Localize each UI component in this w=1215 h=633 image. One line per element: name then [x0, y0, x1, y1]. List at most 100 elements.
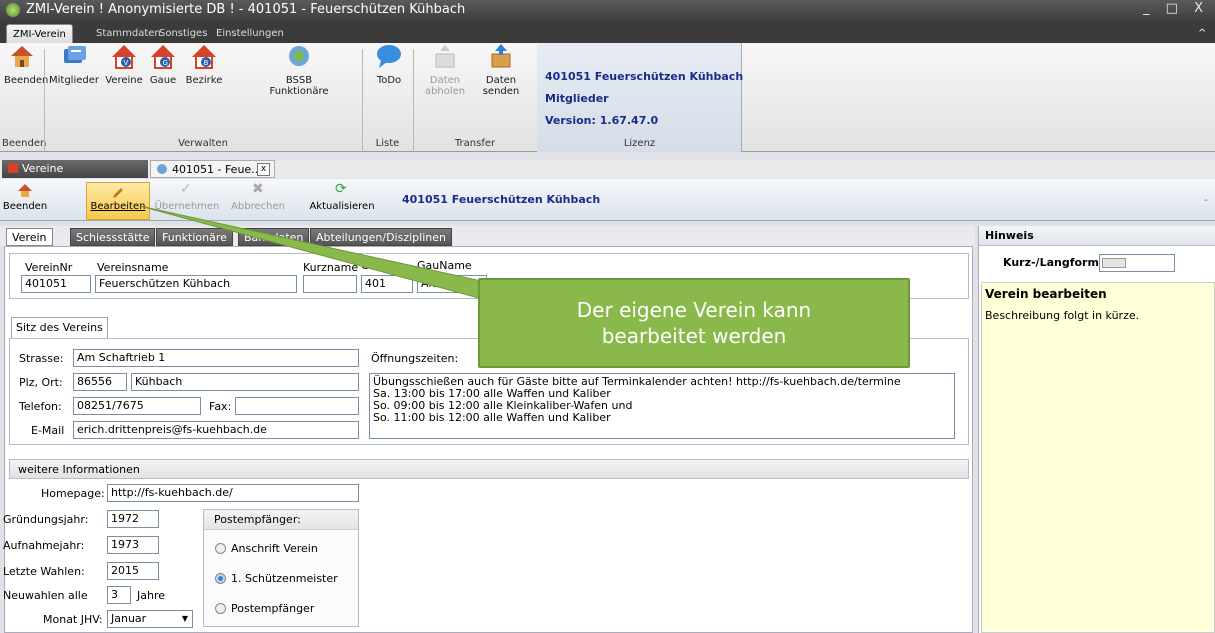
bssb-badge-icon: [289, 46, 309, 66]
vereine-button[interactable]: V Vereine: [104, 45, 144, 86]
plz-field[interactable]: 86556: [73, 373, 127, 391]
fax-label: Fax:: [209, 400, 232, 413]
gaunr-field[interactable]: 401: [361, 275, 413, 293]
bssb-funktionaere-button[interactable]: BSSB Funktionäre: [268, 46, 330, 97]
daten-senden-button[interactable]: Daten senden: [480, 44, 522, 97]
strasse-field[interactable]: Am Schaftrieb 1: [73, 349, 359, 367]
daten-abholen-button[interactable]: Daten abholen: [424, 45, 466, 97]
dropdown-arrow-icon: ▼: [181, 614, 188, 623]
mitglieder-button[interactable]: Mitglieder: [48, 46, 100, 86]
doc-tab-current[interactable]: 401051 - Feue... x: [150, 160, 275, 178]
toolbar-overflow-icon[interactable]: -: [1204, 193, 1208, 206]
pencil-icon: [113, 188, 123, 198]
tab-zmi-verein[interactable]: ZMI-Verein: [6, 24, 73, 43]
gauname-header: GauName: [417, 259, 472, 272]
monat-jhv-select[interactable]: Januar ▼: [107, 610, 193, 628]
weitere-info-header: weitere Informationen: [9, 459, 969, 479]
ribbon: Beenden Mitglieder V Vereine G Gaue B Be…: [0, 43, 1215, 152]
members-cards-icon: [64, 46, 86, 63]
plz-ort-label: Plz, Ort:: [19, 376, 63, 389]
postempfaenger-title: Postempfänger:: [204, 510, 358, 530]
sitz-tab[interactable]: Sitz des Vereins: [11, 317, 108, 339]
vereinnr-field[interactable]: 401051: [21, 275, 91, 293]
window-title-bar: ZMI-Verein ! Anonymisierte DB ! - 401051…: [0, 0, 1215, 21]
vereinsname-field[interactable]: Feuerschützen Kühbach: [95, 275, 297, 293]
callout-line2: bearbeitet werden: [601, 324, 787, 348]
radio-label-postempfaenger[interactable]: Postempfänger: [231, 602, 314, 615]
toolbar-uebernehmen-button[interactable]: ✓ Übernehmen: [152, 181, 222, 212]
toolbar-beenden-button[interactable]: Beenden: [2, 184, 48, 212]
ribbon-separator: [362, 49, 363, 152]
hinweis-text: Beschreibung folgt in kürze.: [985, 309, 1140, 322]
detail-tab-bar: Verein Schiessstätte Funktionäre Bankdat…: [0, 226, 975, 246]
cancel-x-icon: ✖: [252, 181, 264, 197]
tab-sonstiges[interactable]: Sonstiges: [153, 24, 213, 43]
bezirke-button[interactable]: B Bezirke: [184, 45, 224, 86]
vereinsname-header: Vereinsname: [97, 261, 169, 274]
tab-abteilungen[interactable]: Abteilungen/Disziplinen: [310, 228, 452, 246]
group-label-transfer: Transfer: [454, 138, 496, 149]
tab-schiessstaette[interactable]: Schiessstätte: [70, 228, 156, 246]
tab-funktionaere[interactable]: Funktionäre: [156, 228, 233, 246]
oeffnungszeiten-textarea[interactable]: Übungsschießen auch für Gäste bitte auf …: [369, 373, 955, 439]
radio-postempfaenger[interactable]: [215, 603, 226, 614]
homepage-label: Homepage:: [41, 487, 105, 500]
group-label-beenden: Beenden: [2, 138, 47, 149]
aufnahmejahr-field[interactable]: 1973: [107, 536, 159, 554]
gaue-button[interactable]: G Gaue: [146, 45, 180, 86]
radio-label-anschrift-verein[interactable]: Anschrift Verein: [231, 542, 318, 555]
speech-bubble-icon: [377, 45, 401, 68]
close-tab-icon[interactable]: x: [257, 163, 270, 176]
homepage-field[interactable]: http://fs-kuehbach.de/: [107, 484, 359, 502]
window-controls[interactable]: _ □ X: [1143, 1, 1209, 16]
lizenz-modul: Mitglieder: [545, 92, 609, 105]
todo-button[interactable]: ToDo: [374, 45, 404, 86]
kurzname-field[interactable]: [303, 275, 357, 293]
tab-einstellungen[interactable]: Einstellungen: [210, 24, 290, 43]
oeffnungszeiten-label: Öffnungszeiten:: [371, 352, 459, 365]
telefon-field[interactable]: 08251/7675: [73, 397, 201, 415]
ribbon-collapse-icon[interactable]: ^: [1192, 24, 1212, 43]
vereinnr-header: VereinNr: [25, 261, 73, 274]
document-tab-bar: Vereine 401051 - Feue... x: [0, 160, 1215, 178]
house-v-icon: [8, 163, 18, 173]
lizenz-version: Version: 1.67.47.0: [545, 114, 659, 127]
radio-label-schuetzenmeister[interactable]: 1. Schützenmeister: [231, 572, 338, 585]
radio-anschrift-verein[interactable]: [215, 543, 226, 554]
doc-tab-vereine[interactable]: Vereine: [2, 160, 148, 178]
toolbar-bearbeiten-button[interactable]: Bearbeiten: [86, 182, 150, 220]
gauname-field[interactable]: Aichach: [417, 275, 487, 293]
app-icon: [6, 3, 20, 17]
house-v-icon: V: [112, 45, 136, 69]
aufnahmejahr-label: Aufnahmejahr:: [3, 539, 85, 552]
radio-schuetzenmeister[interactable]: [215, 573, 226, 584]
callout-box: Der eigene Verein kann bearbeitet werden: [478, 278, 910, 368]
gruendungsjahr-field[interactable]: 1972: [107, 510, 159, 528]
telefon-label: Telefon:: [19, 400, 62, 413]
neuwahlen-field[interactable]: 3: [107, 586, 131, 604]
kurz-lang-toggle[interactable]: [1099, 254, 1175, 272]
tab-bankdaten[interactable]: Bankdaten: [238, 228, 310, 246]
hinweis-pane: Hinweis Kurz-/Langform Verein bearbeiten…: [978, 226, 1215, 633]
checkmark-icon: ✓: [180, 181, 192, 197]
tab-verein[interactable]: Verein: [6, 228, 53, 246]
hinweis-header: Hinweis: [979, 226, 1215, 246]
toolbar-aktualisieren-button[interactable]: ⟳ Aktualisieren: [306, 181, 378, 212]
fax-field[interactable]: [235, 397, 359, 415]
toolbar-abbrechen-button[interactable]: ✖ Abbrechen: [228, 181, 288, 212]
letzte-wahlen-field[interactable]: 2015: [107, 562, 159, 580]
toggle-knob: [1102, 258, 1126, 268]
bssb-badge-icon: [157, 164, 167, 174]
ribbon-tab-bar: ZMI-Verein Stammdaten Sonstiges Einstell…: [0, 21, 1215, 43]
beenden-button[interactable]: Beenden: [4, 46, 48, 86]
edit-toolbar: Beenden Bearbeiten ✓ Übernehmen ✖ Abbrec…: [0, 179, 1215, 221]
hinweis-note: Verein bearbeiten Beschreibung folgt in …: [981, 282, 1215, 633]
ort-field[interactable]: Kühbach: [131, 373, 359, 391]
house-exit-icon: [11, 46, 33, 67]
hinweis-heading: Verein bearbeiten: [985, 287, 1107, 301]
strasse-label: Strasse:: [19, 352, 64, 365]
gruendungsjahr-label: Gründungsjahr:: [3, 513, 89, 526]
email-field[interactable]: erich.drittenpreis@fs-kuehbach.de: [73, 421, 359, 439]
neuwahlen-label: Neuwahlen alle: [3, 589, 88, 602]
email-label: E-Mail: [31, 424, 65, 437]
